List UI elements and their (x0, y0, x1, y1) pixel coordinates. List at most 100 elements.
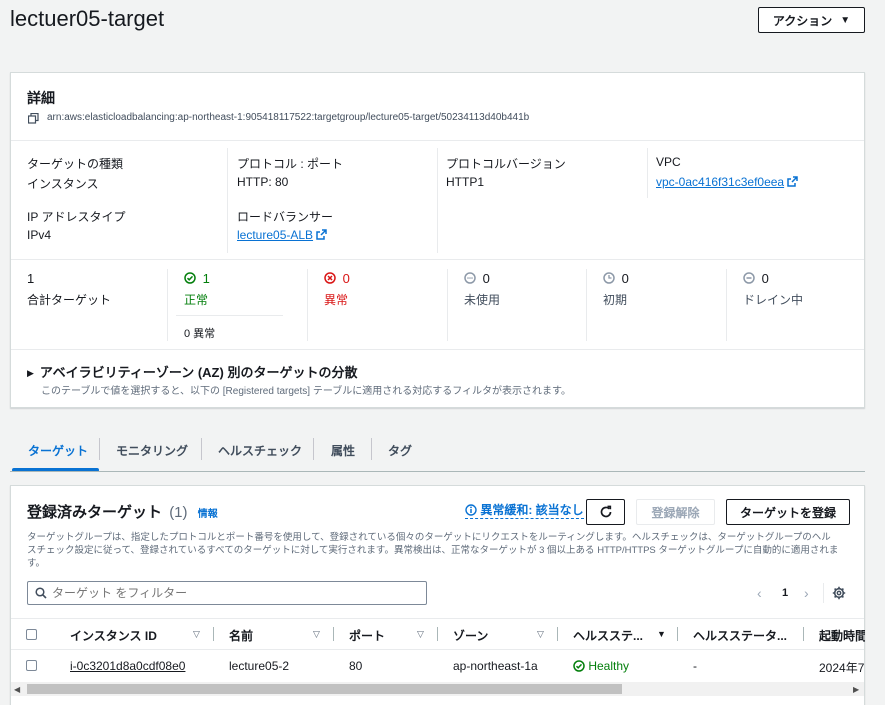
deregister-button[interactable]: 登録解除 (636, 499, 715, 525)
unused-label: 未使用 (464, 293, 501, 307)
healthy-count-value: 1 (202, 271, 210, 286)
instance-port: 80 (349, 659, 363, 673)
vpc-link[interactable]: vpc-0ac416f31c3ef0eea (656, 175, 798, 189)
target-type-value: インスタンス (27, 177, 99, 191)
protocol-version-value: HTTP1 (446, 175, 485, 189)
column-header-launch-time[interactable]: 起動時間 (819, 627, 865, 644)
divider (586, 269, 587, 341)
total-targets-label: 合計ターゲット (27, 293, 112, 307)
vpc-link-text[interactable]: vpc-0ac416f31c3ef0eea (656, 175, 784, 189)
draining-count[interactable]: 0 (743, 271, 769, 286)
instance-id-link[interactable]: i-0c3201d8a0cdf08e0 (70, 659, 185, 673)
registered-description-line-2: スチェック設定に従って、登録されているすべてのターゲットに対して実行されます。異… (27, 545, 839, 556)
sort-caret-icon[interactable]: ▽ (417, 629, 424, 640)
load-balancer-link[interactable]: lecture05-ALB (237, 228, 327, 242)
tab-monitoring[interactable]: モニタリング (116, 442, 188, 459)
select-all-checkbox[interactable] (26, 629, 37, 640)
initial-label: 初期 (603, 293, 628, 307)
divider (437, 627, 438, 641)
pagination-prev[interactable]: ‹ (757, 585, 762, 601)
divider (823, 583, 824, 603)
unhealthy-label: 異常 (324, 293, 349, 307)
sort-caret-icon[interactable]: ▽ (313, 629, 320, 640)
unhealthy-count-value: 0 (342, 271, 350, 286)
tab-attributes[interactable]: 属性 (331, 442, 355, 459)
clock-icon (603, 272, 615, 284)
divider (227, 148, 228, 253)
draining-count-value: 0 (761, 271, 769, 286)
unused-circle-icon (464, 272, 476, 284)
unused-count-value: 0 (482, 271, 490, 286)
target-type-label: ターゲットの種類 (27, 157, 124, 171)
tab-targets[interactable]: ターゲット (28, 442, 88, 459)
column-header-instance-id[interactable]: インスタンス ID (70, 627, 157, 644)
protocol-version-label: プロトコルバージョン (446, 157, 566, 171)
divider (726, 269, 727, 341)
az-distribution-title: アベイラビリティーゾーン (AZ) 別のターゲットの分散 (39, 365, 358, 380)
scroll-left-arrow[interactable]: ◀ (14, 685, 20, 694)
registered-targets-heading: 登録済みターゲット (1) 情報 (27, 501, 218, 522)
column-header-name[interactable]: 名前 (229, 627, 253, 644)
refresh-icon (600, 505, 611, 518)
column-header-health-status-detail[interactable]: ヘルスステータ... (693, 627, 787, 644)
refresh-button[interactable] (586, 499, 625, 525)
filter-input-wrapper[interactable] (27, 581, 427, 605)
protocol-label: プロトコル : ポート (237, 157, 344, 171)
register-targets-button[interactable]: ターゲットを登録 (726, 499, 850, 525)
arn-text: arn:aws:elasticloadbalancing:ap-northeas… (47, 112, 530, 123)
filter-input[interactable] (52, 585, 417, 601)
sort-caret-filled-icon[interactable]: ▼ (657, 629, 666, 639)
divider (307, 269, 308, 341)
row-checkbox[interactable] (26, 660, 37, 671)
unused-count[interactable]: 0 (464, 271, 490, 286)
copy-icon[interactable] (27, 112, 39, 124)
external-link-icon (787, 176, 798, 187)
healthy-count[interactable]: 1 (184, 271, 210, 286)
divider (11, 140, 864, 141)
instance-zone: ap-northeast-1a (453, 659, 538, 673)
column-header-port[interactable]: ポート (349, 627, 385, 644)
column-header-zone[interactable]: ゾーン (453, 627, 488, 644)
column-header-health-status[interactable]: ヘルスステ... (573, 627, 643, 644)
divider (677, 627, 678, 641)
horizontal-scrollbar[interactable]: ◀ ▶ (11, 682, 864, 696)
divider (176, 315, 283, 316)
error-circle-icon (324, 272, 336, 284)
minus-circle-icon (743, 272, 755, 284)
page-title: lectuer05-target (10, 6, 165, 31)
divider (11, 259, 864, 260)
divider (11, 349, 864, 350)
pagination-next[interactable]: › (804, 585, 809, 601)
divider (647, 148, 648, 198)
registered-targets-count: (1) (169, 504, 188, 521)
tab-tags[interactable]: タグ (388, 442, 412, 459)
tab-health-check[interactable]: ヘルスチェック (218, 442, 302, 459)
external-link-icon (316, 229, 327, 240)
az-distribution-toggle[interactable]: ▶ アベイラビリティーゾーン (AZ) 別のターゲットの分散 (27, 362, 357, 381)
divider (167, 269, 168, 341)
vpc-label: VPC (656, 155, 681, 169)
sort-caret-icon[interactable]: ▽ (537, 629, 544, 640)
scroll-right-arrow[interactable]: ▶ (853, 685, 859, 694)
divider (99, 438, 100, 460)
ip-type-value: IPv4 (27, 228, 52, 242)
pagination-page[interactable]: 1 (782, 587, 788, 599)
unhealthy-count[interactable]: 0 (324, 271, 350, 286)
initial-count[interactable]: 0 (603, 271, 629, 286)
mitigation-status[interactable]: 異常緩和: 該当なし (465, 501, 584, 519)
registered-description-line-3: す。 (27, 558, 46, 569)
health-status-detail: - (693, 659, 697, 673)
divider (213, 627, 214, 641)
registered-description-line-1: ターゲットグループは、指定したプロトコルとポート番号を使用して、登録されている個… (27, 532, 831, 543)
tabs-divider (10, 471, 865, 472)
info-link[interactable]: 情報 (198, 509, 218, 520)
health-status-text: Healthy (588, 659, 630, 673)
actions-button[interactable]: アクション ▼ (758, 7, 865, 33)
health-status: Healthy (573, 659, 629, 673)
caret-right-icon: ▶ (27, 368, 34, 378)
load-balancer-link-text[interactable]: lecture05-ALB (237, 228, 313, 242)
scrollbar-thumb[interactable] (27, 684, 622, 694)
sort-caret-icon[interactable]: ▽ (193, 629, 200, 640)
settings-gear-icon[interactable] (832, 586, 846, 600)
divider (557, 627, 558, 641)
